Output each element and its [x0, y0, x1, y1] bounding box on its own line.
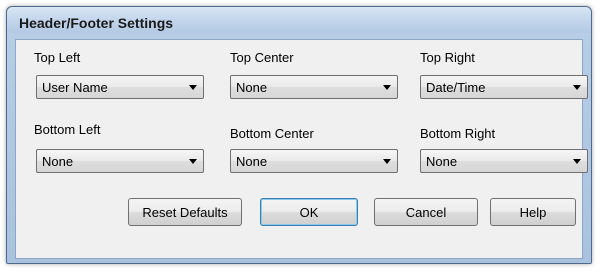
top-center-value: None — [236, 80, 268, 95]
cancel-button[interactable]: Cancel — [374, 198, 478, 226]
dialog-title: Header/Footer Settings — [19, 15, 174, 31]
chevron-down-icon — [573, 159, 581, 164]
header-footer-dialog: Header/Footer Settings Top Left Top Cent… — [6, 6, 592, 264]
top-right-select[interactable]: Date/Time — [420, 75, 588, 99]
bottom-right-select[interactable]: None — [420, 149, 588, 173]
top-right-value: Date/Time — [426, 80, 486, 95]
chevron-down-icon — [573, 85, 581, 90]
bottom-center-label: Bottom Center — [230, 126, 314, 141]
bottom-left-value: None — [42, 154, 74, 169]
bottom-right-value: None — [426, 154, 458, 169]
reset-defaults-button[interactable]: Reset Defaults — [128, 198, 242, 226]
bottom-center-value: None — [236, 154, 268, 169]
bottom-right-label: Bottom Right — [420, 126, 496, 141]
ok-button[interactable]: OK — [260, 198, 358, 226]
top-center-label: Top Center — [230, 50, 294, 65]
top-left-label: Top Left — [34, 50, 81, 65]
bottom-left-select[interactable]: None — [36, 149, 204, 173]
chevron-down-icon — [189, 159, 197, 164]
bottom-center-select[interactable]: None — [230, 149, 398, 173]
dialog-body: Top Left Top Center Top Right User Name … — [15, 39, 588, 259]
bottom-left-label: Bottom Left — [34, 122, 101, 137]
top-center-select[interactable]: None — [230, 75, 398, 99]
help-button[interactable]: Help — [490, 198, 576, 226]
title-bar[interactable]: Header/Footer Settings — [7, 7, 591, 33]
chevron-down-icon — [383, 85, 391, 90]
top-right-label: Top Right — [420, 50, 475, 65]
top-left-select[interactable]: User Name — [36, 75, 204, 99]
chevron-down-icon — [189, 85, 197, 90]
chevron-down-icon — [383, 159, 391, 164]
top-left-value: User Name — [42, 80, 108, 95]
